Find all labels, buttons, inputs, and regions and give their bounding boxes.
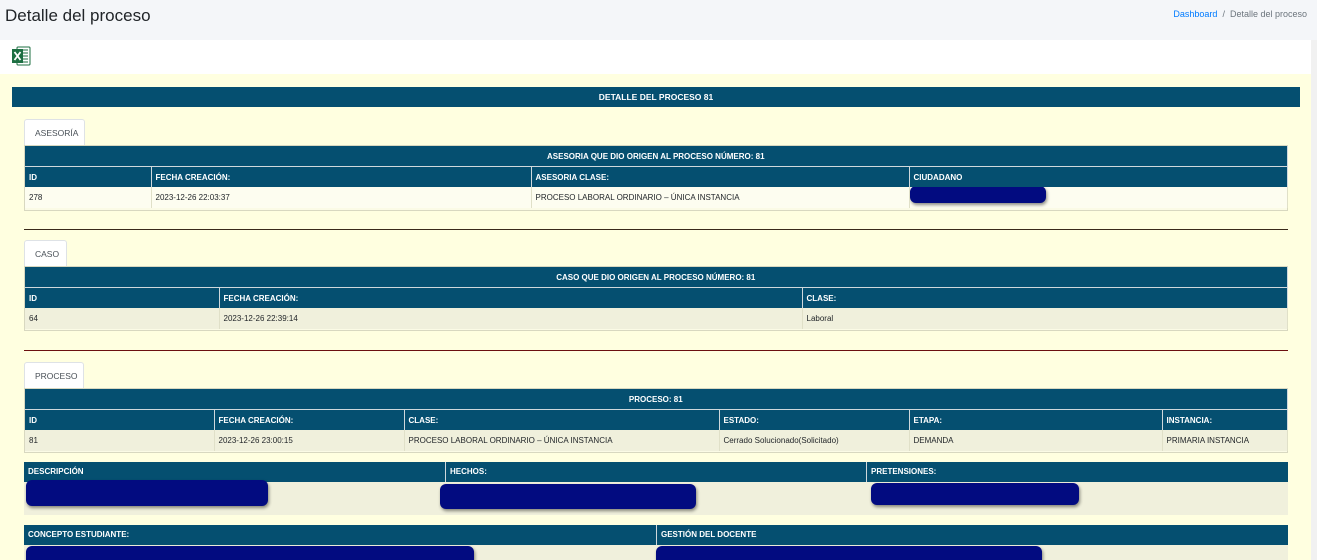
details-panel: DESCRIPCIÓN HECHOS: PRETENSIONES: xyxy=(24,462,1288,516)
redacted-block xyxy=(26,546,474,560)
cell-fecha: 2023-12-26 22:39:14 xyxy=(219,308,803,329)
breadcrumb-separator: / xyxy=(1222,9,1225,19)
column-header: ETAPA: xyxy=(909,409,1163,430)
column-header: CLASE: xyxy=(802,287,1288,308)
cell-clase: PROCESO LABORAL ORDINARIO – ÚNICA INSTAN… xyxy=(531,187,910,208)
section-divider xyxy=(24,350,1288,351)
breadcrumb-dashboard-link[interactable]: Dashboard xyxy=(1173,9,1217,19)
redacted-block xyxy=(909,187,1046,203)
column-header: ESTADO: xyxy=(719,409,910,430)
excel-icon[interactable] xyxy=(11,46,31,66)
proceso-table: PROCESO: 81 ID FECHA CREACIÓN: CLASE: ES… xyxy=(25,389,1288,451)
breadcrumb-current: Detalle del proceso xyxy=(1229,9,1307,19)
cell-id: 64 xyxy=(25,308,220,329)
asesoria-table: ASESORIA QUE DIO ORIGEN AL PROCESO NÚMER… xyxy=(25,146,1288,208)
column-header: ID xyxy=(25,409,215,430)
column-header: CIUDADANO xyxy=(909,166,1288,187)
content-area: DETALLE DEL PROCESO 81 ASESORÍA ASESORIA… xyxy=(0,74,1311,560)
column-header: FECHA CREACIÓN: xyxy=(151,166,532,187)
column-header: INSTANCIA: xyxy=(1162,409,1288,430)
page-title: Detalle del proceso xyxy=(5,6,151,25)
evaluation-panel: CONCEPTO ESTUDIANTE: GESTIÓN DEL DOCENTE xyxy=(24,525,1288,560)
scrollbar[interactable] xyxy=(1311,40,1317,560)
evaluation-body xyxy=(24,545,1288,560)
cell-etapa: DEMANDA xyxy=(909,430,1163,451)
column-header: FECHA CREACIÓN: xyxy=(219,287,803,308)
pretensiones-header: PRETENSIONES: xyxy=(866,462,1288,482)
section-divider xyxy=(24,229,1288,230)
column-header: FECHA CREACIÓN: xyxy=(214,409,405,430)
top-bar: Detalle del proceso Dashboard / Detalle de… xyxy=(0,0,1317,40)
proceso-panel: PROCESO: 81 ID FECHA CREACIÓN: CLASE: ES… xyxy=(24,388,1288,453)
redacted-block xyxy=(440,484,696,509)
cell-id: 278 xyxy=(25,187,152,208)
cell-fecha: 2023-12-26 23:00:15 xyxy=(214,430,405,451)
main-header: DETALLE DEL PROCESO 81 xyxy=(12,87,1300,107)
cell-instancia: PRIMARIA INSTANCIA xyxy=(1162,430,1288,451)
cell-id: 81 xyxy=(25,430,215,451)
cell-estado: Cerrado Solucionado(Solicitado) xyxy=(719,430,910,451)
descripcion-header: DESCRIPCIÓN xyxy=(24,462,445,482)
tab-proceso[interactable]: PROCESO xyxy=(24,362,84,388)
redacted-block xyxy=(871,483,1079,505)
cell-ciudadano xyxy=(909,187,1288,208)
asesoria-panel: ASESORIA QUE DIO ORIGEN AL PROCESO NÚMER… xyxy=(24,145,1288,211)
proceso-caption: PROCESO: 81 xyxy=(25,389,1288,410)
tab-caso[interactable]: CASO xyxy=(24,240,67,266)
concepto-estudiante-header: CONCEPTO ESTUDIANTE: xyxy=(24,525,656,545)
column-header: ID xyxy=(25,166,152,187)
tab-asesoria[interactable]: ASESORÍA xyxy=(24,119,85,145)
table-row: 81 2023-12-26 23:00:15 PROCESO LABORAL O… xyxy=(25,430,1288,451)
caso-panel: CASO QUE DIO ORIGEN AL PROCESO NÚMERO: 8… xyxy=(24,266,1288,331)
column-header: CLASE: xyxy=(404,409,720,430)
column-header: ID xyxy=(25,287,220,308)
column-header: ASESORIA CLASE: xyxy=(531,166,910,187)
table-row: 64 2023-12-26 22:39:14 Laboral xyxy=(25,308,1288,329)
asesoria-caption: ASESORIA QUE DIO ORIGEN AL PROCESO NÚMER… xyxy=(25,146,1288,167)
cell-clase: Laboral xyxy=(802,308,1288,329)
redacted-block xyxy=(656,546,1042,560)
table-row: 278 2023-12-26 22:03:37 PROCESO LABORAL … xyxy=(25,187,1288,208)
cell-clase: PROCESO LABORAL ORDINARIO – ÚNICA INSTAN… xyxy=(404,430,720,451)
gestion-docente-header: GESTIÓN DEL DOCENTE xyxy=(656,525,1288,545)
breadcrumb: Dashboard / Detalle del proceso xyxy=(1173,9,1307,19)
hechos-header: HECHOS: xyxy=(445,462,866,482)
caso-table: CASO QUE DIO ORIGEN AL PROCESO NÚMERO: 8… xyxy=(25,267,1288,329)
redacted-block xyxy=(26,480,268,506)
cell-fecha: 2023-12-26 22:03:37 xyxy=(151,187,532,208)
caso-caption: CASO QUE DIO ORIGEN AL PROCESO NÚMERO: 8… xyxy=(25,267,1288,288)
toolbar xyxy=(0,40,1317,75)
details-body xyxy=(24,480,1288,515)
